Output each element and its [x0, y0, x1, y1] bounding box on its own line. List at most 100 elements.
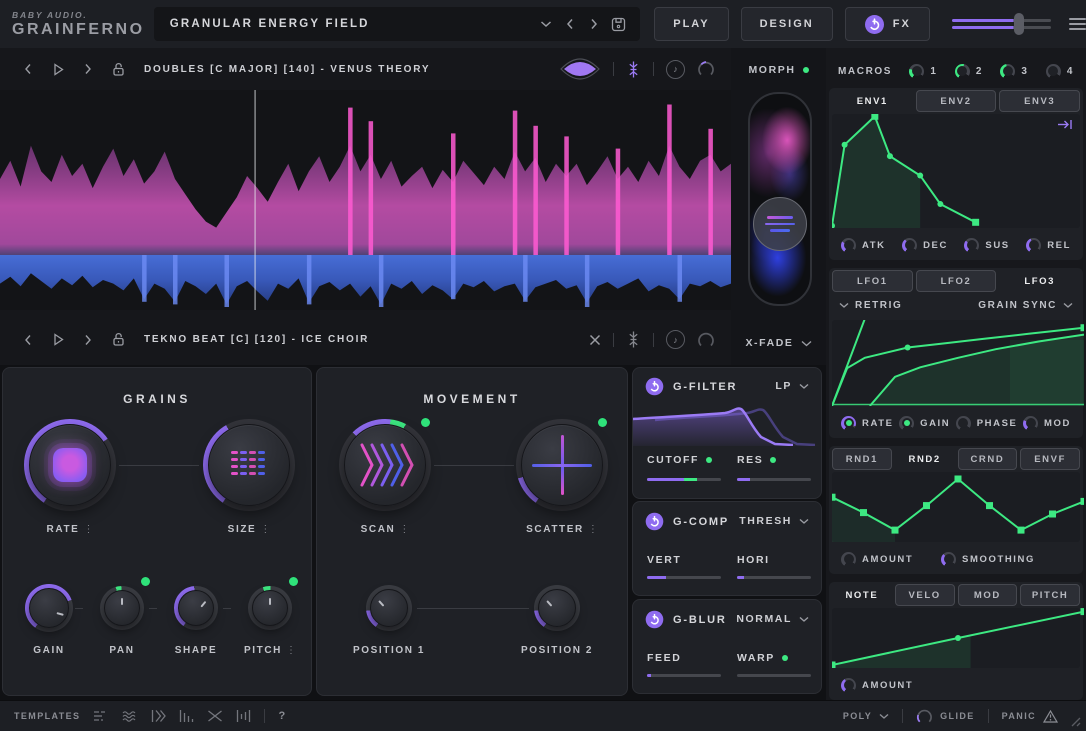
- output-mix-slider[interactable]: [952, 12, 1051, 36]
- tab-rnd1[interactable]: RND1: [832, 448, 892, 470]
- vert-slider[interactable]: [647, 576, 721, 579]
- power-icon[interactable]: [645, 377, 664, 396]
- gain-knob[interactable]: [25, 584, 73, 632]
- play-icon[interactable]: [46, 328, 70, 352]
- design-mode-button[interactable]: DESIGN: [741, 7, 833, 41]
- pan-knob[interactable]: [100, 586, 144, 630]
- cutoff-slider[interactable]: [647, 478, 721, 481]
- power-icon[interactable]: [645, 512, 664, 531]
- decay-knob[interactable]: DEC: [902, 238, 948, 253]
- scan-knob[interactable]: [339, 419, 431, 511]
- fx-mode-button[interactable]: FX: [845, 7, 930, 41]
- template-waves-icon[interactable]: [122, 709, 138, 723]
- lock-icon[interactable]: [106, 328, 130, 352]
- res-slider[interactable]: [737, 478, 811, 481]
- sample-prev-icon[interactable]: [16, 57, 40, 81]
- lfo-rate-knob[interactable]: RATE: [841, 416, 894, 431]
- rate-knob[interactable]: [24, 419, 116, 511]
- sample-a-name[interactable]: DOUBLES [C MAJOR] [140] - VENUS THEORY: [144, 64, 430, 75]
- macro-3-knob[interactable]: 3: [1000, 64, 1028, 79]
- morph-mode-select[interactable]: X-FADE: [731, 337, 826, 349]
- template-bars-sym-icon[interactable]: [236, 709, 251, 723]
- tab-env3[interactable]: ENV3: [999, 90, 1080, 112]
- resize-handle[interactable]: [1071, 717, 1081, 727]
- lock-icon[interactable]: [106, 57, 130, 81]
- gfilter-mode-select[interactable]: LP: [775, 380, 809, 392]
- play-icon[interactable]: [46, 57, 70, 81]
- sync-note-icon[interactable]: ♪: [666, 60, 685, 79]
- tab-velo[interactable]: VELO: [895, 584, 955, 606]
- sync-note-icon[interactable]: ♪: [666, 330, 685, 349]
- sample-next-icon[interactable]: [76, 57, 100, 81]
- keytrack-display[interactable]: [832, 608, 1080, 668]
- tab-note[interactable]: NOTE: [832, 584, 892, 606]
- template-dashes-icon[interactable]: [93, 709, 109, 723]
- help-button[interactable]: ?: [278, 710, 286, 722]
- tab-env1[interactable]: ENV1: [832, 90, 913, 112]
- env-snap-icon[interactable]: [1057, 119, 1073, 130]
- morph-slider[interactable]: [748, 92, 812, 306]
- gblur-mode-select[interactable]: NORMAL: [736, 613, 809, 625]
- filter-curve-display[interactable]: [633, 400, 821, 446]
- freeze-icon[interactable]: [626, 331, 641, 348]
- speed-knob[interactable]: [697, 331, 715, 349]
- tab-lfo2[interactable]: LFO2: [916, 270, 997, 292]
- close-icon[interactable]: [589, 334, 601, 346]
- template-scan-icon[interactable]: [151, 709, 166, 723]
- tab-rnd2[interactable]: RND2: [895, 448, 955, 470]
- waveform-display[interactable]: [0, 90, 731, 310]
- gcomp-mode-select[interactable]: THRESH: [739, 515, 809, 527]
- hori-slider[interactable]: [737, 576, 811, 579]
- templates-button[interactable]: TEMPLATES: [14, 711, 80, 721]
- preset-next-button[interactable]: [582, 12, 606, 36]
- feed-slider[interactable]: [647, 674, 721, 677]
- preset-browser[interactable]: GRANULAR ENERGY FIELD: [154, 7, 641, 41]
- macro-4-knob[interactable]: 4: [1046, 64, 1074, 79]
- position2-knob[interactable]: [534, 585, 580, 631]
- rnd-amount-knob[interactable]: AMOUNT: [841, 552, 913, 567]
- sample-next-icon[interactable]: [76, 328, 100, 352]
- power-icon[interactable]: [645, 610, 664, 629]
- shape-knob[interactable]: [174, 586, 218, 630]
- lfo-display[interactable]: [832, 320, 1080, 406]
- save-icon[interactable]: [606, 12, 630, 36]
- rnd-smoothing-knob[interactable]: SMOOTHING: [941, 552, 1035, 567]
- panic-button[interactable]: PANIC: [1002, 710, 1058, 723]
- attack-knob[interactable]: ATK: [841, 238, 886, 253]
- grain-shape-icon[interactable]: [559, 58, 601, 80]
- warp-slider[interactable]: [737, 674, 811, 677]
- play-mode-button[interactable]: PLAY: [654, 7, 728, 41]
- preset-prev-button[interactable]: [558, 12, 582, 36]
- envelope-display[interactable]: [832, 114, 1080, 228]
- random-display[interactable]: [832, 472, 1080, 542]
- pitch-knob[interactable]: [248, 586, 292, 630]
- template-bars-asc-icon[interactable]: [179, 709, 194, 723]
- scatter-knob[interactable]: [516, 419, 608, 511]
- glide-knob[interactable]: GLIDE: [916, 708, 975, 725]
- poly-select[interactable]: POLY: [843, 711, 889, 721]
- sample-prev-icon[interactable]: [16, 328, 40, 352]
- tab-lfo3[interactable]: LFO3: [999, 270, 1080, 292]
- tab-envf[interactable]: ENVF: [1020, 448, 1080, 470]
- speed-knob[interactable]: [697, 60, 715, 78]
- size-knob[interactable]: [203, 419, 295, 511]
- lfo-mod-knob[interactable]: MOD: [1023, 416, 1071, 431]
- lfo-phase-knob[interactable]: PHASE: [956, 416, 1018, 431]
- macro-1-knob[interactable]: 1: [909, 64, 937, 79]
- template-cross-icon[interactable]: [207, 709, 223, 723]
- chevron-down-icon[interactable]: [534, 12, 558, 36]
- slider-handle[interactable]: [1014, 13, 1024, 35]
- menu-icon[interactable]: [1069, 15, 1086, 33]
- sample-b-name[interactable]: TEKNO BEAT [C] [120] - ICE CHOIR: [144, 334, 369, 345]
- position1-knob[interactable]: [366, 585, 412, 631]
- tab-crnd[interactable]: CRND: [958, 448, 1018, 470]
- keytrack-amount-knob[interactable]: AMOUNT: [841, 678, 913, 693]
- freeze-icon[interactable]: [626, 61, 641, 78]
- morph-slider-handle[interactable]: [753, 197, 807, 251]
- macro-2-knob[interactable]: 2: [955, 64, 983, 79]
- release-knob[interactable]: REL: [1026, 238, 1071, 253]
- grain-sync-select[interactable]: GRAIN SYNC: [978, 300, 1073, 311]
- tab-pitch[interactable]: PITCH: [1020, 584, 1080, 606]
- lfo-gain-knob[interactable]: GAIN: [899, 416, 950, 431]
- sustain-knob[interactable]: SUS: [964, 238, 1009, 253]
